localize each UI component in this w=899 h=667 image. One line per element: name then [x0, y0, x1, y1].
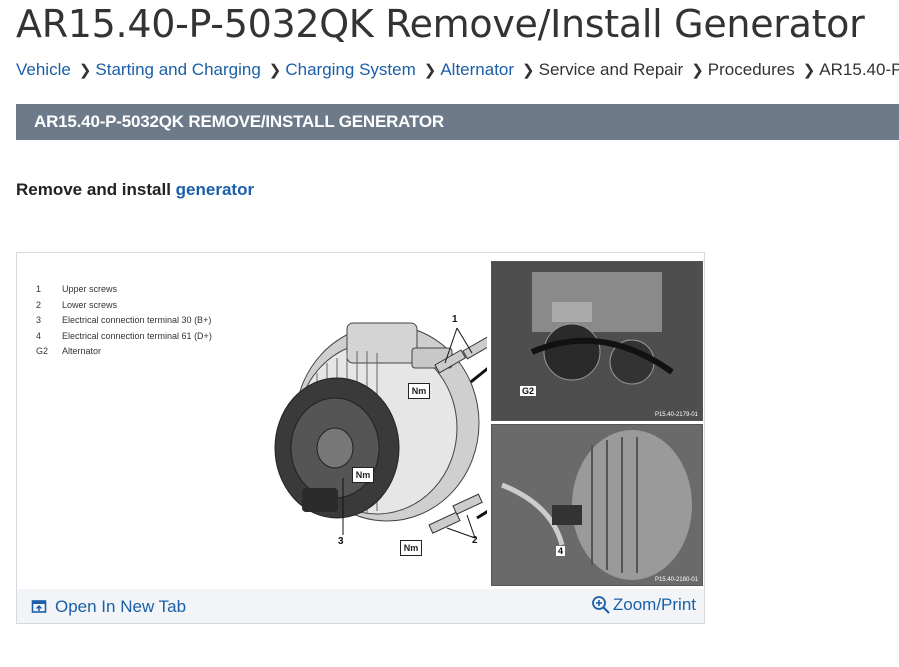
callout-g2: G2: [520, 386, 537, 396]
chevron-right-icon: ❯: [78, 62, 92, 79]
photo-code-bottom: P15.40-2180-01: [654, 577, 698, 583]
torque-nm-badge: Nm: [352, 467, 374, 483]
callout-3: 3: [338, 536, 344, 547]
breadcrumb-item[interactable]: Alternator: [440, 60, 514, 80]
chevron-right-icon: ❯: [691, 62, 704, 79]
breadcrumb-item: Procedures: [707, 60, 795, 79]
photo-code-top: P15.40-2179-01: [654, 412, 698, 418]
callout-1: 1: [452, 314, 458, 325]
alternator-diagram[interactable]: 1 Upper screws 2 Lower screws 3 Electrical co…: [17, 253, 704, 588]
chevron-right-icon: ❯: [522, 62, 535, 79]
open-in-new-tab-button[interactable]: Open In New Tab: [31, 597, 186, 617]
breadcrumb-item[interactable]: Vehicle: [16, 60, 71, 80]
figure-footer: Open In New Tab Zoom/Print: [17, 589, 704, 623]
breadcrumb-item[interactable]: Charging System: [285, 60, 415, 80]
callout-2: 2: [472, 535, 478, 546]
figure-card: 1 Upper screws 2 Lower screws 3 Electrical co…: [16, 252, 705, 624]
zoom-print-label: Zoom/Print: [612, 595, 696, 614]
engine-photo-top: G2 P15.40-2179-01: [491, 261, 703, 421]
open-new-tab-icon: [31, 600, 47, 613]
intro-text: Remove and install generator: [16, 180, 254, 200]
engine-photo-bottom-art: [492, 425, 702, 585]
breadcrumb-item: Service and Repair: [538, 60, 684, 79]
section-header: AR15.40-P-5032QK REMOVE/INSTALL GENERATO…: [16, 104, 899, 140]
open-in-new-tab-label: Open In New Tab: [55, 597, 187, 616]
chevron-right-icon: ❯: [268, 62, 282, 79]
torque-nm-badge: Nm: [408, 383, 430, 399]
generator-link[interactable]: generator: [176, 180, 254, 199]
breadcrumb: Vehicle ❯ Starting and Charging ❯ Charging S…: [16, 60, 899, 84]
breadcrumb-item[interactable]: Starting and Charging: [95, 60, 260, 80]
chevron-right-icon: ❯: [423, 62, 437, 79]
alternator-illustration: [274, 322, 487, 539]
breadcrumb-item: AR15.40-P-5032QK Remove/Install Generato…: [819, 60, 899, 79]
chevron-right-icon: ❯: [802, 62, 816, 79]
callout-4: 4: [556, 546, 566, 556]
zoom-in-icon: [591, 596, 610, 614]
intro-label: Remove and install: [16, 180, 176, 199]
zoom-print-button[interactable]: Zoom/Print: [591, 595, 696, 615]
engine-photo-bottom: 4 P15.40-2180-01: [491, 424, 703, 586]
torque-nm-badge: Nm: [400, 540, 422, 556]
page-title: AR15.40-P-5032QK Remove/Install Generato…: [16, 2, 865, 46]
engine-photo-top-art: [492, 262, 702, 420]
